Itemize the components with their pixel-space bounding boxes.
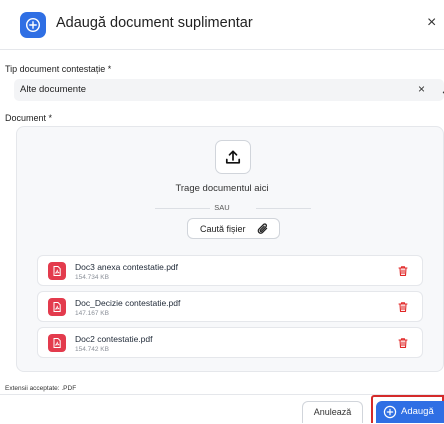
- clear-selection-icon[interactable]: ×: [418, 82, 425, 96]
- file-item: Doc_Decizie contestatie.pdf 147.167 KB: [37, 291, 423, 322]
- file-name: Doc_Decizie contestatie.pdf: [75, 298, 181, 308]
- divider-right: [256, 208, 311, 209]
- pdf-icon: [48, 334, 66, 352]
- browse-file-label: Caută fișier: [200, 224, 246, 234]
- drag-drop-text: Trage documentul aici: [175, 183, 269, 194]
- dialog-title: Adaugă document suplimentar: [56, 15, 253, 31]
- document-type-value: Alte documente: [20, 84, 87, 95]
- plus-circle-icon: [20, 12, 46, 38]
- file-name: Doc3 anexa contestatie.pdf: [75, 262, 179, 272]
- add-button[interactable]: Adaugă: [376, 401, 444, 423]
- or-separator: SAU: [214, 203, 230, 212]
- trash-icon[interactable]: [397, 336, 409, 354]
- paperclip-icon: [256, 222, 270, 241]
- file-item: Doc3 anexa contestatie.pdf 154.734 KB: [37, 255, 423, 286]
- accepted-extensions-text: Extensii acceptate: .PDF: [5, 385, 77, 392]
- document-label: Document *: [5, 113, 53, 123]
- upload-icon[interactable]: [215, 140, 251, 174]
- cancel-button[interactable]: Anulează: [302, 401, 363, 423]
- browse-file-button[interactable]: Caută fișier: [187, 218, 280, 239]
- pdf-icon: [48, 262, 66, 280]
- file-size: 147.167 KB: [75, 310, 109, 317]
- add-document-dialog: Adaugă document suplimentar × Tip docume…: [0, 0, 444, 423]
- file-size: 154.734 KB: [75, 274, 109, 281]
- trash-icon[interactable]: [397, 300, 409, 318]
- trash-icon[interactable]: [397, 264, 409, 282]
- document-type-label: Tip document contestație *: [5, 64, 112, 74]
- close-icon[interactable]: ×: [427, 14, 436, 32]
- document-type-select[interactable]: Alte documente ×: [14, 79, 444, 101]
- pdf-icon: [48, 298, 66, 316]
- file-name: Doc2 contestatie.pdf: [75, 334, 153, 344]
- dialog-header: Adaugă document suplimentar ×: [0, 0, 444, 50]
- plus-circle-icon: [383, 405, 397, 424]
- file-size: 154.742 KB: [75, 346, 109, 353]
- file-item: Doc2 contestatie.pdf 154.742 KB: [37, 327, 423, 358]
- add-button-label: Adaugă: [401, 406, 434, 417]
